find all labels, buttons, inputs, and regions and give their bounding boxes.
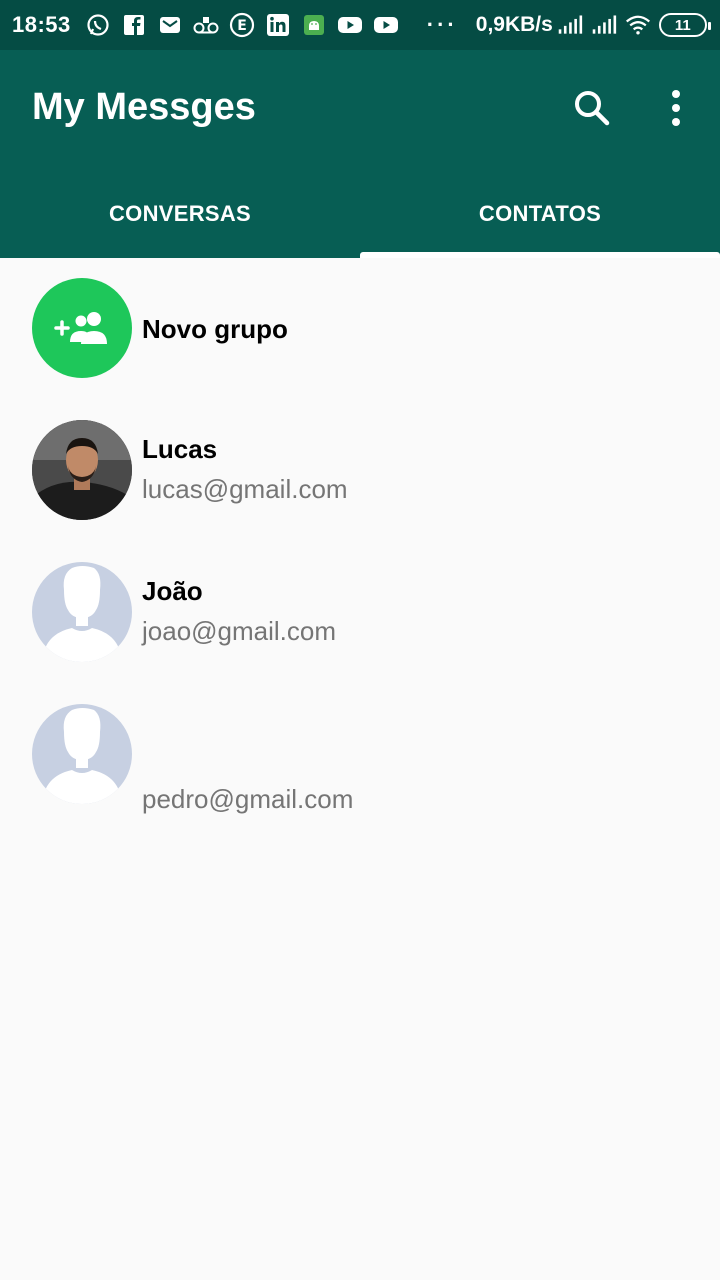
contact-email: joao@gmail.com xyxy=(142,616,337,646)
list-item-new-group[interactable]: Novo grupo xyxy=(0,258,720,400)
facebook-icon xyxy=(121,12,147,38)
contact-name: Novo grupo xyxy=(142,314,288,344)
notification-icons: E xyxy=(85,12,399,38)
contact-name: Lucas xyxy=(142,434,218,464)
more-options-button[interactable] xyxy=(652,84,700,132)
status-time: 18:53 xyxy=(12,12,71,37)
voicemail-icon xyxy=(193,12,219,38)
app-bar: My Messges CONVERSAS CONTATOS xyxy=(0,50,720,258)
wifi-icon xyxy=(625,12,651,38)
more-vert-icon xyxy=(672,90,680,126)
more-notifications-indicator: ··· xyxy=(426,12,458,37)
youtube-icon xyxy=(337,12,363,38)
avatar xyxy=(32,704,132,804)
avatar xyxy=(32,420,132,520)
contact-email: lucas@gmail.com xyxy=(142,474,348,504)
group-add-icon xyxy=(54,312,107,344)
page-title: My Messges xyxy=(32,86,256,128)
search-icon xyxy=(575,91,610,126)
contact-list: Novo grupo Lucas lucas@gmail.com João jo… xyxy=(0,258,720,826)
android-icon xyxy=(301,12,327,38)
network-speed: 0,9KB/s xyxy=(475,13,553,36)
status-bar: 18:53 E ··· 0,9KB/s 11 xyxy=(0,0,720,50)
user-photo xyxy=(32,420,132,520)
tab-bar: CONVERSAS CONTATOS xyxy=(0,170,720,258)
list-item[interactable]: Lucas lucas@gmail.com xyxy=(0,400,720,542)
list-item[interactable]: João joao@gmail.com xyxy=(0,542,720,684)
e-icon: E xyxy=(229,12,255,38)
battery-indicator: 11 xyxy=(658,13,711,37)
contact-email: pedro@gmail.com xyxy=(142,784,354,814)
search-button[interactable] xyxy=(568,84,616,132)
youtube-icon xyxy=(373,12,399,38)
default-person-icon xyxy=(42,708,122,804)
avatar xyxy=(32,562,132,662)
mail-icon xyxy=(157,12,183,38)
default-person-icon xyxy=(42,566,122,662)
signal-icon xyxy=(557,12,583,38)
linkedin-icon xyxy=(265,12,291,38)
list-item[interactable]: pedro@gmail.com xyxy=(0,684,720,826)
contact-name: João xyxy=(142,576,203,606)
avatar xyxy=(32,278,132,378)
whatsapp-icon xyxy=(85,12,111,38)
tab-contatos[interactable]: CONTATOS xyxy=(360,170,720,258)
svg-text:E: E xyxy=(237,18,247,34)
tab-conversas[interactable]: CONVERSAS xyxy=(0,170,360,258)
signal-icon xyxy=(591,12,617,38)
